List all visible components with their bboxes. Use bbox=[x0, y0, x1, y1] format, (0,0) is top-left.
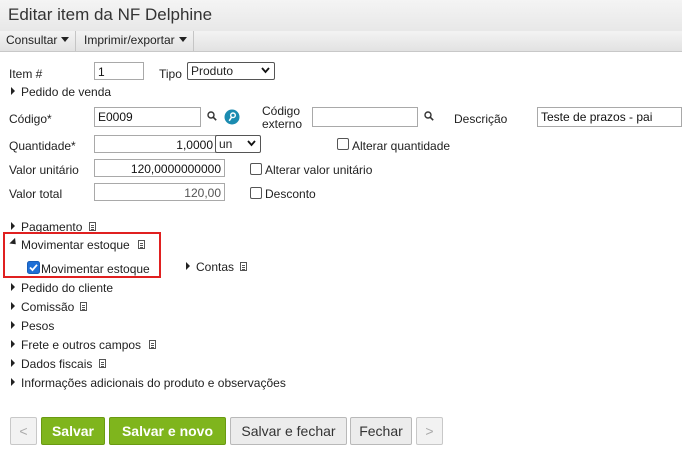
expand-arrow-icon[interactable] bbox=[11, 222, 15, 230]
item-number-input[interactable]: 1 bbox=[94, 62, 144, 80]
quantidade-label: Quantidade* bbox=[9, 139, 76, 153]
document-icon bbox=[80, 302, 87, 311]
document-icon bbox=[240, 262, 247, 271]
consultar-label: Consultar bbox=[6, 33, 58, 47]
alterar-valor-unitario-label: Alterar valor unitário bbox=[265, 163, 373, 177]
pesos-section[interactable]: Pesos bbox=[21, 319, 54, 333]
valor-total-label: Valor total bbox=[9, 187, 63, 201]
expand-arrow-icon[interactable] bbox=[11, 378, 15, 386]
tipo-select[interactable]: Produto bbox=[187, 62, 275, 80]
desconto-checkbox[interactable] bbox=[250, 187, 262, 199]
valor-total-input: 120,00 bbox=[94, 183, 225, 201]
search-icon[interactable] bbox=[424, 111, 434, 121]
chevron-down-icon bbox=[61, 37, 70, 42]
chevron-down-icon bbox=[261, 67, 270, 74]
tipo-label: Tipo bbox=[159, 67, 182, 81]
expand-arrow-icon[interactable] bbox=[186, 262, 190, 270]
tipo-value: Produto bbox=[191, 64, 234, 78]
alterar-quantidade-label: Alterar quantidade bbox=[352, 139, 451, 153]
comissao-section[interactable]: Comissão bbox=[21, 300, 74, 314]
pedido-cliente-section[interactable]: Pedido do cliente bbox=[21, 281, 113, 295]
fechar-button[interactable]: Fechar bbox=[350, 417, 412, 445]
imprimir-label: Imprimir/exportar bbox=[84, 33, 175, 47]
consultar-menu[interactable]: Consultar bbox=[0, 31, 77, 51]
document-icon bbox=[89, 222, 96, 231]
document-icon bbox=[149, 340, 156, 349]
alterar-quantidade-checkbox[interactable] bbox=[337, 138, 349, 150]
quantidade-input[interactable]: 1,0000 bbox=[94, 135, 217, 153]
document-icon bbox=[99, 359, 106, 368]
codigo-externo-label-line2: externo bbox=[262, 117, 303, 131]
expand-arrow-icon[interactable] bbox=[11, 359, 15, 367]
codigo-input[interactable]: E0009 bbox=[94, 107, 201, 127]
document-icon bbox=[138, 240, 145, 249]
valor-unitario-input[interactable]: 120,0000000000 bbox=[94, 159, 225, 177]
unidade-select[interactable]: un bbox=[215, 135, 261, 153]
pedido-venda-section[interactable]: Pedido de venda bbox=[21, 85, 111, 99]
movimentar-estoque-section[interactable]: Movimentar estoque bbox=[21, 238, 130, 252]
frete-section[interactable]: Frete e outros campos bbox=[21, 338, 141, 352]
unidade-value: un bbox=[219, 137, 233, 151]
info-icon[interactable] bbox=[224, 109, 240, 125]
item-label: Item # bbox=[9, 67, 43, 81]
expand-arrow-icon[interactable] bbox=[11, 321, 15, 329]
expand-arrow-icon[interactable] bbox=[11, 283, 15, 291]
desconto-label: Desconto bbox=[265, 187, 316, 201]
info-adicionais-section[interactable]: Informações adicionais do produto e obse… bbox=[21, 376, 286, 390]
codigo-externo-label-line1: Código bbox=[262, 104, 301, 118]
contas-section[interactable]: Contas bbox=[196, 260, 234, 274]
expand-arrow-icon[interactable] bbox=[11, 87, 15, 95]
codigo-externo-input[interactable] bbox=[312, 107, 418, 127]
alterar-valor-unitario-checkbox[interactable] bbox=[250, 163, 262, 175]
valor-unitario-label: Valor unitário bbox=[9, 163, 79, 177]
salvar-button[interactable]: Salvar bbox=[41, 417, 105, 445]
movimentar-estoque-checkbox[interactable] bbox=[27, 261, 40, 274]
dados-fiscais-section[interactable]: Dados fiscais bbox=[21, 357, 92, 371]
imprimir-exportar-menu[interactable]: Imprimir/exportar bbox=[78, 31, 194, 51]
expand-arrow-icon[interactable] bbox=[11, 340, 15, 348]
next-button[interactable]: > bbox=[416, 417, 443, 445]
toolbar: Consultar Imprimir/exportar bbox=[0, 31, 682, 52]
movimentar-estoque-checkbox-label: Movimentar estoque bbox=[41, 262, 150, 276]
descricao-label: Descrição bbox=[454, 112, 508, 126]
chevron-down-icon bbox=[178, 37, 187, 42]
salvar-e-fechar-button[interactable]: Salvar e fechar bbox=[230, 417, 347, 445]
previous-button[interactable]: < bbox=[10, 417, 37, 445]
descricao-input[interactable]: Teste de prazos - pai bbox=[537, 107, 682, 127]
codigo-label: Código* bbox=[9, 112, 52, 126]
salvar-e-novo-button[interactable]: Salvar e novo bbox=[109, 417, 226, 445]
expand-arrow-icon[interactable] bbox=[11, 302, 15, 310]
window-title: Editar item da NF Delphine bbox=[8, 5, 213, 24]
chevron-down-icon bbox=[247, 140, 256, 147]
search-icon[interactable] bbox=[207, 111, 217, 121]
